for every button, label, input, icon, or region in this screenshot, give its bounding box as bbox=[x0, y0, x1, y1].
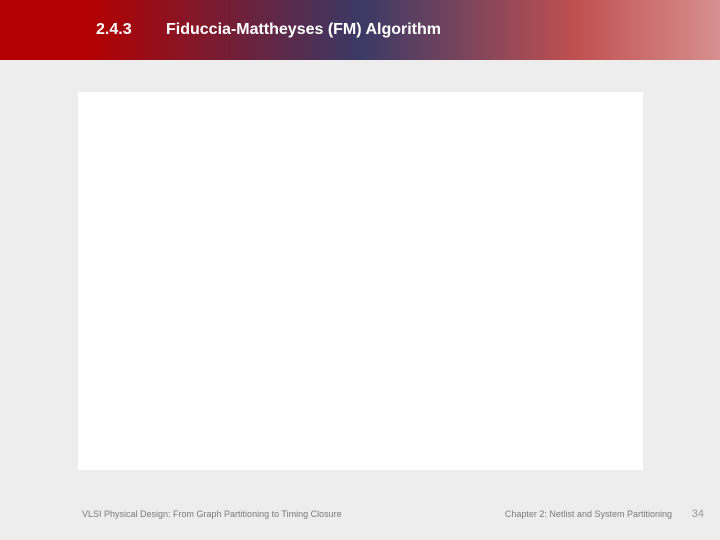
footer-right-text: Chapter 2: Netlist and System Partitioni… bbox=[505, 509, 672, 519]
footer-left-text: VLSI Physical Design: From Graph Partiti… bbox=[82, 509, 342, 519]
section-number: 2.4.3 bbox=[96, 21, 156, 39]
slide-header: 2.4.3 Fiduccia-Mattheyses (FM) Algorithm bbox=[0, 0, 720, 60]
page-number: 34 bbox=[692, 508, 704, 520]
slide-footer: VLSI Physical Design: From Graph Partiti… bbox=[0, 504, 720, 524]
content-area bbox=[78, 92, 643, 470]
slide: 2.4.3 Fiduccia-Mattheyses (FM) Algorithm… bbox=[0, 0, 720, 540]
slide-title: Fiduccia-Mattheyses (FM) Algorithm bbox=[166, 21, 441, 39]
header-accent-block bbox=[0, 0, 86, 60]
